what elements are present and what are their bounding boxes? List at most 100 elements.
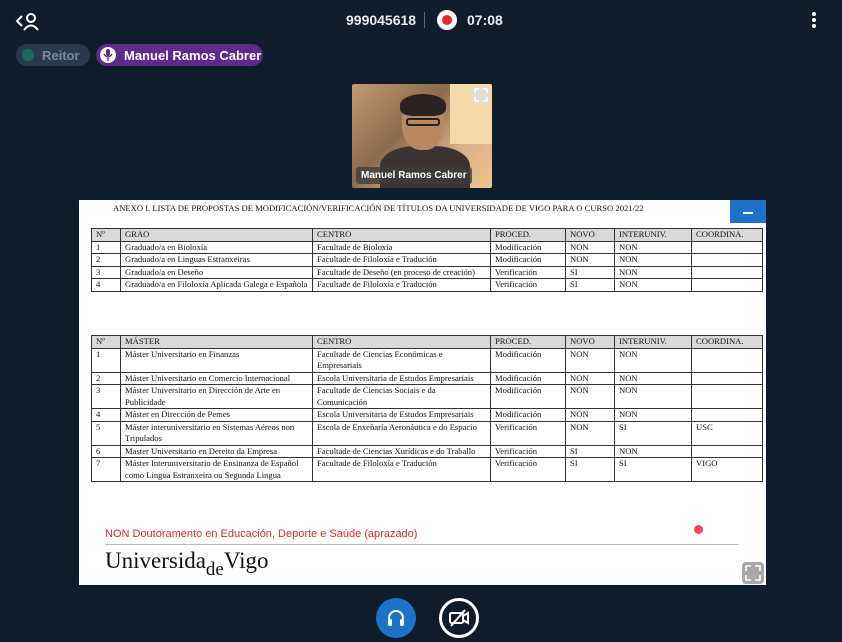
table-cell: Escola Universitaria de Estudos Empresar… [312, 371, 491, 385]
table-header-row: Nº GRAO CENTRO PROCED. NOVO INTERUNIV. COORDIN… [91, 228, 763, 242]
table-cell: Modificación [490, 253, 566, 267]
table-cell: 5 [91, 420, 121, 446]
table-cell: Modificación [490, 384, 566, 409]
table-cell: NON [614, 347, 692, 373]
minimize-presentation-button[interactable] [730, 200, 766, 223]
table-cell [691, 408, 763, 422]
table-cell: Facultade de Bioloxía [312, 240, 491, 254]
table-cell: Modificación [490, 347, 566, 373]
table-cell [691, 384, 763, 409]
table-cell: Máster Universitario en Dirección de Art… [120, 384, 313, 409]
table-cell: USC [691, 420, 763, 446]
camera-off-button[interactable] [439, 598, 479, 638]
table-row: 1 Máster Universitario en Finanzas Faculta… [91, 347, 763, 373]
table-cell: Facultade de Filoloxía e Tradución [312, 278, 491, 292]
table-cell: Graduado/a en Bioloxía [120, 240, 313, 254]
table-row: 3 Graduado/a en Deseño Facultade de Deseño… [91, 265, 763, 279]
table-body: 1 Máster Universitario en Finanzas Faculta… [91, 347, 763, 482]
table-cell: Graduado/a en Deseño [120, 265, 313, 279]
table-row: 2 Máster Universitario en Comercio Intern… [91, 371, 763, 385]
table-cell: 6 [91, 444, 121, 458]
table-cell: Facultade de Deseño (en proceso de creac… [312, 265, 491, 279]
table-row: 3 Máster Universitario en Dirección de Ar… [91, 384, 763, 409]
column-header: COORDINA. [691, 335, 763, 349]
video-person-glasses [406, 118, 440, 126]
table-cell [691, 240, 763, 254]
microphone-icon [100, 47, 116, 63]
table-cell: Master Universitario en Dereito da Empre… [120, 444, 313, 458]
document-title: ANEXO I. LISTA DE PROPOSTAS DE MODIFICAC… [113, 203, 644, 213]
table-row: 4 Máster en Dirección de Pemes Escola Univ… [91, 408, 763, 422]
table-cell: 2 [91, 253, 121, 267]
universidade-vigo-logo: UniversidadeVigo [105, 548, 269, 580]
table-cell: Máster interuniversitario en Sistemas Aé… [120, 420, 313, 446]
participant-pill-reitor[interactable]: Reitor [16, 44, 90, 66]
table-cell: NON [565, 408, 615, 422]
table-cell: NON [614, 278, 692, 292]
table-cell: Verificación [490, 265, 566, 279]
table-cell: Modificación [490, 371, 566, 385]
table-row: 1 Graduado/a en Bioloxía Facultade de Biol… [91, 240, 763, 254]
table-cell [691, 347, 763, 373]
table-cell: SI [614, 420, 692, 446]
table-cell: SI [565, 457, 615, 482]
column-header: PROCED. [490, 335, 566, 349]
divider [424, 12, 425, 28]
table-cell: Facultade de Filoloxía e Tradución [312, 253, 491, 267]
column-header: INTERUNIV. [614, 228, 692, 242]
column-header: MÁSTER [120, 335, 313, 349]
headphones-icon [388, 610, 404, 626]
table-cell: NON [614, 253, 692, 267]
table-cell: NON [565, 420, 615, 446]
table-header-row: Nº MÁSTER CENTRO PROCED. NOVO INTERUNIV. COORD… [91, 335, 763, 349]
table-cell [691, 265, 763, 279]
participant-label: Reitor [42, 47, 80, 63]
column-header: Nº [91, 335, 121, 349]
participant-pill-speaker[interactable]: Manuel Ramos Cabrer [96, 44, 263, 66]
table-cell: Verificación [490, 278, 566, 292]
recording-icon[interactable] [437, 10, 457, 30]
column-header: NOVO [565, 228, 615, 242]
table-cell: Graduado/a en Linguas Estranxeiras [120, 253, 313, 267]
camera-off-icon [449, 609, 469, 627]
expand-video-icon[interactable] [472, 86, 490, 104]
table-cell: Escola Universitaria de Estudos Empresar… [312, 408, 491, 422]
table-row: 5 Máster interuniversitario en Sistemas A… [91, 420, 763, 446]
fullscreen-presentation-icon[interactable] [742, 562, 764, 584]
non-doutoramento-note: NON Doutoramento en Educación, Deporte e… [105, 528, 418, 540]
table-cell [691, 278, 763, 292]
table-cell: Máster Universitario en Finanzas [120, 347, 313, 373]
table-cell: VIGO [691, 457, 763, 482]
table-cell: SI [614, 457, 692, 482]
speaker-video[interactable]: Manuel Ramos Cabrer [352, 84, 492, 188]
table-cell: 3 [91, 384, 121, 409]
table-row: 6 Master Universitario en Dereito da Empr… [91, 444, 763, 458]
meeting-id: 999045618 [346, 12, 417, 28]
master-table: Nº MÁSTER CENTRO PROCED. NOVO INTERUNIV. COORD… [91, 335, 763, 482]
column-header: INTERUNIV. [614, 335, 692, 349]
table-cell: SI [565, 265, 615, 279]
more-options-icon[interactable] [808, 10, 820, 32]
table-cell: Máster Interuniversitario de Ensinanza d… [120, 457, 313, 482]
table-cell: 7 [91, 457, 121, 482]
table-cell: NON [565, 371, 615, 385]
status-dot-icon [22, 49, 34, 61]
video-person-hair [400, 94, 446, 116]
column-header: PROCED. [490, 228, 566, 242]
back-participants-icon[interactable] [14, 10, 42, 32]
table-cell: NON [565, 240, 615, 254]
table-cell: Modificación [490, 240, 566, 254]
column-header: GRAO [120, 228, 313, 242]
table-cell: Máster en Dirección de Pemes [120, 408, 313, 422]
table-cell: NON [614, 384, 692, 409]
table-cell: 1 [91, 240, 121, 254]
shared-presentation: ANEXO I. LISTA DE PROPOSTAS DE MODIFICAC… [79, 200, 766, 585]
table-cell: NON [565, 253, 615, 267]
table-body: 1 Graduado/a en Bioloxía Facultade de Biol… [91, 240, 763, 292]
table-cell [691, 444, 763, 458]
participant-label: Manuel Ramos Cabrer [124, 47, 262, 63]
table-cell: SI [565, 444, 615, 458]
table-cell: 1 [91, 347, 121, 373]
audio-headphones-button[interactable] [376, 598, 416, 638]
column-header: CENTRO [312, 335, 491, 349]
